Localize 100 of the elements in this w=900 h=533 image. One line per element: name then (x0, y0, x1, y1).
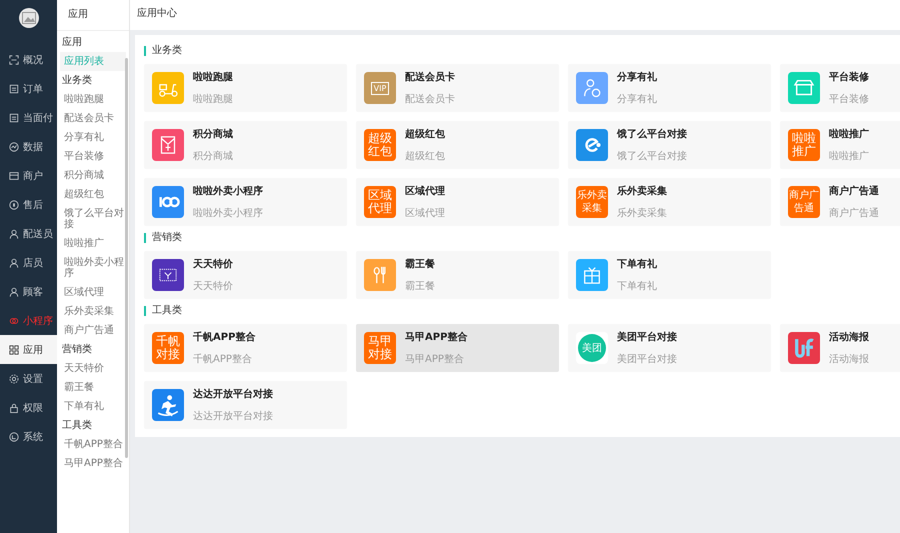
submenu-item[interactable]: 啦啦推广 (60, 234, 126, 253)
app-badge: 超级红包 (364, 129, 396, 161)
clock-icon (9, 432, 19, 442)
app-name: 啦啦外卖小程序 (193, 184, 263, 198)
app-card[interactable]: 美团 美团平台对接 美团平台对接 (568, 324, 771, 372)
app-card[interactable]: 乐外卖采集 乐外卖采集 乐外卖采集 (568, 178, 771, 226)
app-card[interactable]: 啦啦外卖小程序 啦啦外卖小程序 (144, 178, 347, 226)
app-card[interactable]: 下单有礼 下单有礼 (568, 251, 771, 299)
submenu-item[interactable]: 啦啦跑腿 (60, 90, 126, 109)
rings-icon (9, 316, 19, 326)
nav-item[interactable]: 权限 (0, 393, 57, 422)
app-description: 积分商城 (193, 150, 233, 163)
app-card[interactable]: VIP 配送会员卡 配送会员卡 (356, 64, 559, 112)
app-name: 美团平台对接 (617, 330, 677, 344)
nav-item[interactable]: 概况 (0, 45, 57, 74)
submenu-item[interactable]: 区域代理 (60, 283, 126, 302)
app-name: 活动海报 (829, 330, 869, 344)
app-name: 马甲APP整合 (405, 330, 468, 344)
app-description: 分享有礼 (617, 92, 657, 106)
submenu-item[interactable]: 啦啦外卖小程序 (60, 253, 126, 283)
app-description: 饿了么平台对接 (617, 150, 687, 163)
app-name: 区域代理 (405, 184, 445, 198)
app-description: 区域代理 (405, 206, 445, 220)
grid-icon (9, 344, 19, 354)
app-card[interactable]: 啦啦跑腿 啦啦跑腿 (144, 64, 347, 112)
submenu-item[interactable]: 平台装修 (60, 147, 126, 166)
app-card[interactable]: 积分商城 积分商城 (144, 121, 347, 169)
submenu-item[interactable]: 超级红包 (60, 185, 126, 204)
nav-item[interactable]: 应用 (0, 335, 57, 364)
submenu-item[interactable]: 积分商城 (60, 166, 126, 185)
app-icon: VIP (364, 72, 396, 104)
app-name: 分享有礼 (617, 70, 657, 84)
app-description: 配送会员卡 (405, 92, 455, 106)
app-name: 乐外卖采集 (617, 184, 667, 198)
app-icon: 美团 (576, 332, 608, 364)
app-description: 霸王餐 (405, 280, 435, 293)
person-icon (9, 286, 19, 296)
nav-item[interactable]: 当面付 (0, 103, 57, 132)
submenu-item[interactable]: 霸王餐 (60, 378, 126, 397)
app-name: 天天特价 (193, 258, 233, 271)
app-card[interactable]: 超级红包 超级红包 超级红包 (356, 121, 559, 169)
list-icon (9, 112, 19, 122)
settings-icon (9, 374, 19, 384)
nav-item[interactable]: 订单 (0, 74, 57, 103)
nav-item[interactable]: 顾客 (0, 277, 57, 306)
app-description: 天天特价 (193, 280, 233, 293)
app-card[interactable]: 天天特价 天天特价 (144, 251, 347, 299)
app-badge: 商户广告通 (788, 186, 820, 218)
frame-icon (9, 54, 19, 64)
app-card[interactable]: 啦啦推广 啦啦推广 啦啦推广 (780, 121, 900, 169)
submenu-item[interactable]: 马甲APP整合 (60, 454, 126, 473)
app-name: 啦啦跑腿 (193, 70, 233, 84)
app-name: 千帆APP整合 (193, 330, 256, 344)
nav-item[interactable]: 设置 (0, 364, 57, 393)
app-description: 乐外卖采集 (617, 206, 667, 220)
chart-icon (9, 142, 19, 152)
scrollbar[interactable] (125, 58, 128, 458)
nav-item[interactable]: 商户 (0, 161, 57, 190)
submenu-item[interactable]: 下单有礼 (60, 397, 126, 416)
submenu-item[interactable]: 饿了么平台对接 (60, 204, 126, 234)
nav-item[interactable]: 售后 (0, 190, 57, 219)
app-card[interactable]: 活动海报 活动海报 (780, 324, 900, 372)
submenu-item[interactable]: 商户广告通 (60, 321, 126, 340)
submenu-heading: 营销类 (61, 342, 93, 357)
section-title: 工具类 (144, 306, 900, 316)
nav-item[interactable]: 系统 (0, 422, 57, 451)
submenu-item[interactable]: 千帆APP整合 (60, 435, 126, 454)
app-card[interactable]: 区域代理 区域代理 区域代理 (356, 178, 559, 226)
app-card[interactable]: 分享有礼 分享有礼 (568, 64, 771, 112)
app-description: 商户广告通 (829, 206, 879, 220)
app-card[interactable]: 达达开放平台对接 达达开放平台对接 (144, 381, 347, 429)
app-card[interactable]: 商户广告通 商户广告通 商户广告通 (780, 178, 900, 226)
app-description: 达达开放平台对接 (193, 410, 273, 423)
app-card[interactable]: 千帆对接 千帆APP整合 千帆APP整合 (144, 324, 347, 372)
nav-item[interactable]: 数据 (0, 132, 57, 161)
person-icon (9, 228, 19, 238)
app-name: 平台装修 (829, 70, 869, 84)
app-description: 下单有礼 (617, 280, 657, 293)
app-name: 霸王餐 (405, 258, 435, 271)
nav-item[interactable]: 配送员 (0, 219, 57, 248)
nav-item[interactable]: 店员 (0, 248, 57, 277)
submenu-item[interactable]: 乐外卖采集 (60, 302, 126, 321)
submenu-item[interactable]: 分享有礼 (60, 128, 126, 147)
app-description: 千帆APP整合 (193, 352, 253, 366)
submenu-heading: 应用 (61, 36, 83, 50)
app-card[interactable]: 马甲对接 马甲APP整合 马甲APP整合 (356, 324, 559, 372)
submenu-item[interactable]: 配送会员卡 (60, 109, 126, 128)
app-description: 平台装修 (829, 92, 869, 106)
page-title: 应用中心 (137, 8, 177, 19)
app-description: 啦啦外卖小程序 (193, 206, 263, 220)
app-name: 配送会员卡 (405, 70, 455, 84)
app-card[interactable]: 霸王餐 霸王餐 (356, 251, 559, 299)
app-card[interactable]: 平台装修 平台装修 (780, 64, 900, 112)
submenu-item[interactable]: 天天特价 (60, 359, 126, 378)
app-name: 啦啦推广 (829, 127, 869, 141)
submenu-title: 应用 (57, 0, 129, 31)
submenu-heading: 业务类 (61, 74, 93, 88)
nav-item[interactable]: 小程序 (0, 306, 57, 335)
app-card[interactable]: 饿了么平台对接 饿了么平台对接 (568, 121, 771, 169)
list-icon (9, 84, 19, 94)
